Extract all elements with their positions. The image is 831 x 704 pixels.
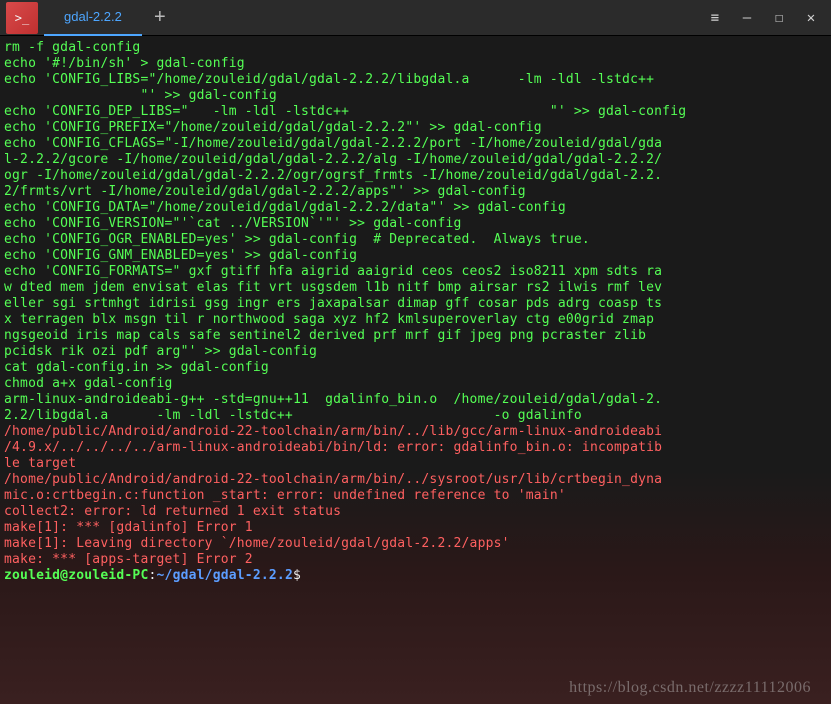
terminal-line: make[1]: Leaving directory `/home/zoulei… [4, 536, 827, 552]
terminal-line: echo 'CONFIG_LIBS="/home/zouleid/gdal/gd… [4, 72, 827, 88]
terminal-line: /4.9.x/../../../../arm-linux-androideabi… [4, 440, 827, 456]
titlebar: >_ gdal-2.2.2 + ≡ — ☐ ✕ [0, 0, 831, 36]
terminal-line: make[1]: *** [gdalinfo] Error 1 [4, 520, 827, 536]
prompt-line: zouleid@zouleid-PC:~/gdal/gdal-2.2.2$ [4, 568, 827, 584]
close-icon: ✕ [807, 10, 815, 26]
terminal-line: l-2.2.2/gcore -I/home/zouleid/gdal/gdal-… [4, 152, 827, 168]
terminal-line: echo '#!/bin/sh' > gdal-config [4, 56, 827, 72]
new-tab-button[interactable]: + [142, 0, 178, 36]
window-controls: ≡ — ☐ ✕ [701, 4, 831, 32]
maximize-icon: ☐ [775, 10, 783, 26]
minimize-icon: — [743, 10, 751, 26]
plus-icon: + [154, 6, 166, 29]
prompt-user-host: zouleid@zouleid-PC [4, 568, 148, 583]
terminal-line: w dted mem jdem envisat elas fit vrt usg… [4, 280, 827, 296]
terminal-line: le target [4, 456, 827, 472]
minimize-button[interactable]: — [733, 4, 761, 32]
terminal-line: mic.o:crtbegin.c:function _start: error:… [4, 488, 827, 504]
terminal-line: ogr -I/home/zouleid/gdal/gdal-2.2.2/ogr/… [4, 168, 827, 184]
terminal-line: rm -f gdal-config [4, 40, 827, 56]
terminal-line: cat gdal-config.in >> gdal-config [4, 360, 827, 376]
terminal-line: x terragen blx msgn til r northwood saga… [4, 312, 827, 328]
terminal-line: arm-linux-androideabi-g++ -std=gnu++11 g… [4, 392, 827, 408]
prompt-dollar: $ [293, 568, 301, 583]
terminal-line: echo 'CONFIG_VERSION="'`cat ../VERSION`'… [4, 216, 827, 232]
terminal-app-icon: >_ [6, 2, 38, 34]
menu-icon: ≡ [711, 10, 719, 26]
tab-label: gdal-2.2.2 [64, 9, 122, 24]
terminal-line: eller sgi srtmhgt idrisi gsg ingr ers ja… [4, 296, 827, 312]
terminal-line: collect2: error: ld returned 1 exit stat… [4, 504, 827, 520]
terminal-line: pcidsk rik ozi pdf arg"' >> gdal-config [4, 344, 827, 360]
watermark: https://blog.csdn.net/zzzz11112006 [569, 680, 811, 696]
terminal-line: /home/public/Android/android-22-toolchai… [4, 424, 827, 440]
menu-button[interactable]: ≡ [701, 4, 729, 32]
tab-active[interactable]: gdal-2.2.2 [44, 0, 142, 36]
maximize-button[interactable]: ☐ [765, 4, 793, 32]
terminal-line: /home/public/Android/android-22-toolchai… [4, 472, 827, 488]
terminal-line: chmod a+x gdal-config [4, 376, 827, 392]
terminal-output: rm -f gdal-configecho '#!/bin/sh' > gdal… [4, 40, 827, 568]
terminal-line: echo 'CONFIG_PREFIX="/home/zouleid/gdal/… [4, 120, 827, 136]
terminal-line: 2/frmts/vrt -I/home/zouleid/gdal/gdal-2.… [4, 184, 827, 200]
terminal-area[interactable]: rm -f gdal-configecho '#!/bin/sh' > gdal… [0, 36, 831, 704]
terminal-line: echo 'CONFIG_FORMATS=" gxf gtiff hfa aig… [4, 264, 827, 280]
prompt-colon: : [148, 568, 156, 583]
terminal-line: echo 'CONFIG_OGR_ENABLED=yes' >> gdal-co… [4, 232, 827, 248]
terminal-line: "' >> gdal-config [4, 88, 827, 104]
close-button[interactable]: ✕ [797, 4, 825, 32]
terminal-line: echo 'CONFIG_DEP_LIBS=" -lm -ldl -lstdc+… [4, 104, 827, 120]
terminal-line: echo 'CONFIG_DATA="/home/zouleid/gdal/gd… [4, 200, 827, 216]
terminal-line: echo 'CONFIG_CFLAGS="-I/home/zouleid/gda… [4, 136, 827, 152]
prompt-path: ~/gdal/gdal-2.2.2 [157, 568, 293, 583]
terminal-icon: >_ [15, 11, 29, 25]
terminal-line: 2.2/libgdal.a -lm -ldl -lstdc++ -o gdali… [4, 408, 827, 424]
terminal-line: echo 'CONFIG_GNM_ENABLED=yes' >> gdal-co… [4, 248, 827, 264]
terminal-line: ngsgeoid iris map cals safe sentinel2 de… [4, 328, 827, 344]
terminal-line: make: *** [apps-target] Error 2 [4, 552, 827, 568]
